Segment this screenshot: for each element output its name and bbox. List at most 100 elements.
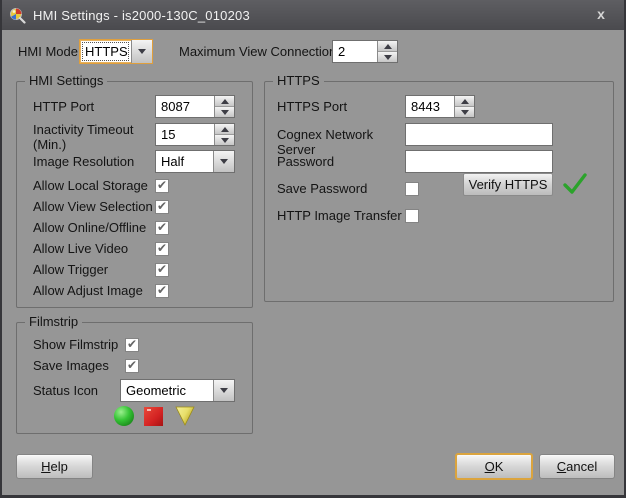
help-button-label: Help <box>41 459 68 474</box>
spin-up-icon[interactable] <box>378 41 397 51</box>
save-images-checkbox[interactable] <box>125 359 139 373</box>
status-icon-label-row: Status Icon <box>33 383 123 398</box>
http-image-transfer-checkbox[interactable] <box>405 209 419 223</box>
help-button[interactable]: Help <box>16 454 93 479</box>
save-password-row: Save Password <box>277 178 477 199</box>
password-input[interactable] <box>405 150 553 173</box>
http-port-label: HTTP Port <box>33 99 94 114</box>
chevron-down-icon[interactable] <box>131 40 152 63</box>
allow-live-video-checkbox[interactable] <box>155 242 169 256</box>
https-port-label-row: HTTPS Port <box>277 99 405 114</box>
show-filmstrip-row: Show Filmstrip <box>33 334 238 355</box>
image-resolution-select[interactable]: Half <box>155 150 235 173</box>
hmi-mode-select[interactable]: HTTPS <box>79 39 153 64</box>
verify-success-check-icon <box>562 171 588 197</box>
cancel-button-label: Cancel <box>557 459 597 474</box>
allow-view-selection-label: Allow View Selection <box>33 199 155 214</box>
chevron-down-icon[interactable] <box>213 380 234 401</box>
http-image-transfer-label: HTTP Image Transfer <box>277 208 405 223</box>
max-view-connections-value: 2 <box>333 41 377 62</box>
cancel-button[interactable]: Cancel <box>539 454 615 479</box>
hmi-mode-row: HMI Mode <box>18 44 78 59</box>
password-label-row: Password <box>277 154 405 169</box>
password-label: Password <box>277 154 334 169</box>
https-group-title: HTTPS <box>273 73 324 88</box>
server-label-row: Cognex Network Server <box>277 127 405 157</box>
allow-adjust-image-checkbox[interactable] <box>155 284 169 298</box>
https-port-stepper[interactable]: 8443 <box>405 95 475 118</box>
save-password-checkbox[interactable] <box>405 182 419 196</box>
allow-online-offline-label: Allow Online/Offline <box>33 220 155 235</box>
image-resolution-label: Image Resolution <box>33 154 134 169</box>
allow-live-video-label: Allow Live Video <box>33 241 155 256</box>
hmi-settings-group-title: HMI Settings <box>25 73 107 88</box>
http-port-label-row: HTTP Port <box>33 99 153 114</box>
title-bar: HMI Settings - is2000-130C_010203 x <box>0 0 626 30</box>
allow-local-storage-checkbox[interactable] <box>155 179 169 193</box>
http-image-transfer-row: HTTP Image Transfer <box>277 205 477 226</box>
spin-down-icon[interactable] <box>215 106 234 117</box>
spin-down-icon[interactable] <box>378 51 397 62</box>
allow-local-storage-label: Allow Local Storage <box>33 178 155 193</box>
allow-trigger-checkbox[interactable] <box>155 263 169 277</box>
http-port-stepper[interactable]: 8087 <box>155 95 235 118</box>
allow-online-offline-checkbox[interactable] <box>155 221 169 235</box>
save-password-label: Save Password <box>277 181 405 196</box>
save-images-row: Save Images <box>33 355 238 376</box>
http-port-value: 8087 <box>156 96 214 117</box>
app-icon <box>9 7 26 24</box>
cognex-network-server-label: Cognex Network Server <box>277 127 405 157</box>
close-button[interactable]: x <box>582 0 620 28</box>
verify-https-button[interactable]: Verify HTTPS <box>463 173 553 196</box>
spin-up-icon[interactable] <box>215 124 234 134</box>
status-icon-select[interactable]: Geometric <box>120 379 235 402</box>
ok-button-label: OK <box>485 459 504 474</box>
image-res-label-row: Image Resolution <box>33 154 153 169</box>
allow-local-storage-row: Allow Local Storage <box>33 175 238 196</box>
inactivity-timeout-label: Inactivity Timeout (Min.) <box>33 122 151 152</box>
ok-button[interactable]: OK <box>455 453 533 480</box>
green-circle-icon <box>113 405 135 427</box>
inactivity-timeout-stepper[interactable]: 15 <box>155 123 235 146</box>
spin-up-icon[interactable] <box>215 96 234 106</box>
allow-view-selection-row: Allow View Selection <box>33 196 238 217</box>
window-title: HMI Settings - is2000-130C_010203 <box>33 8 250 23</box>
hmi-settings-dialog: HMI Settings - is2000-130C_010203 x HMI … <box>0 0 626 498</box>
hmi-settings-group: HMI Settings HTTP Port 8087 Inactivity T… <box>16 81 253 308</box>
hmi-mode-value: HTTPS <box>80 40 131 63</box>
max-view-connections-label: Maximum View Connections <box>179 44 343 59</box>
status-icon-value: Geometric <box>121 380 213 401</box>
status-icon-preview <box>113 405 197 427</box>
cognex-network-server-input[interactable] <box>405 123 553 146</box>
allow-adjust-image-label: Allow Adjust Image <box>33 283 155 298</box>
close-icon: x <box>597 6 605 22</box>
show-filmstrip-label: Show Filmstrip <box>33 337 125 352</box>
allow-live-video-row: Allow Live Video <box>33 238 238 259</box>
allow-trigger-label: Allow Trigger <box>33 262 155 277</box>
max-view-connections-stepper[interactable]: 2 <box>332 40 398 63</box>
spin-down-icon[interactable] <box>455 106 474 117</box>
filmstrip-group-title: Filmstrip <box>25 314 82 329</box>
verify-https-label: Verify HTTPS <box>469 177 548 192</box>
https-group: HTTPS HTTPS Port 8443 Cognex Network Ser… <box>264 81 614 302</box>
allow-trigger-row: Allow Trigger <box>33 259 238 280</box>
image-resolution-value: Half <box>156 151 213 172</box>
red-square-icon <box>143 405 165 427</box>
show-filmstrip-checkbox[interactable] <box>125 338 139 352</box>
filmstrip-group: Filmstrip Show Filmstrip Save Images Sta… <box>16 322 253 434</box>
inactivity-label-row: Inactivity Timeout (Min.) <box>33 122 151 152</box>
allow-view-selection-checkbox[interactable] <box>155 200 169 214</box>
status-icon-label: Status Icon <box>33 383 98 398</box>
spin-up-icon[interactable] <box>455 96 474 106</box>
allow-adjust-image-row: Allow Adjust Image <box>33 280 238 301</box>
allow-online-offline-row: Allow Online/Offline <box>33 217 238 238</box>
inactivity-timeout-value: 15 <box>156 124 214 145</box>
https-port-label: HTTPS Port <box>277 99 347 114</box>
chevron-down-icon[interactable] <box>213 151 234 172</box>
spin-down-icon[interactable] <box>215 134 234 145</box>
yellow-triangle-icon <box>173 405 197 427</box>
save-images-label: Save Images <box>33 358 125 373</box>
https-port-value: 8443 <box>406 96 454 117</box>
max-conn-row: Maximum View Connections <box>179 44 343 59</box>
hmi-mode-label: HMI Mode <box>18 44 78 59</box>
